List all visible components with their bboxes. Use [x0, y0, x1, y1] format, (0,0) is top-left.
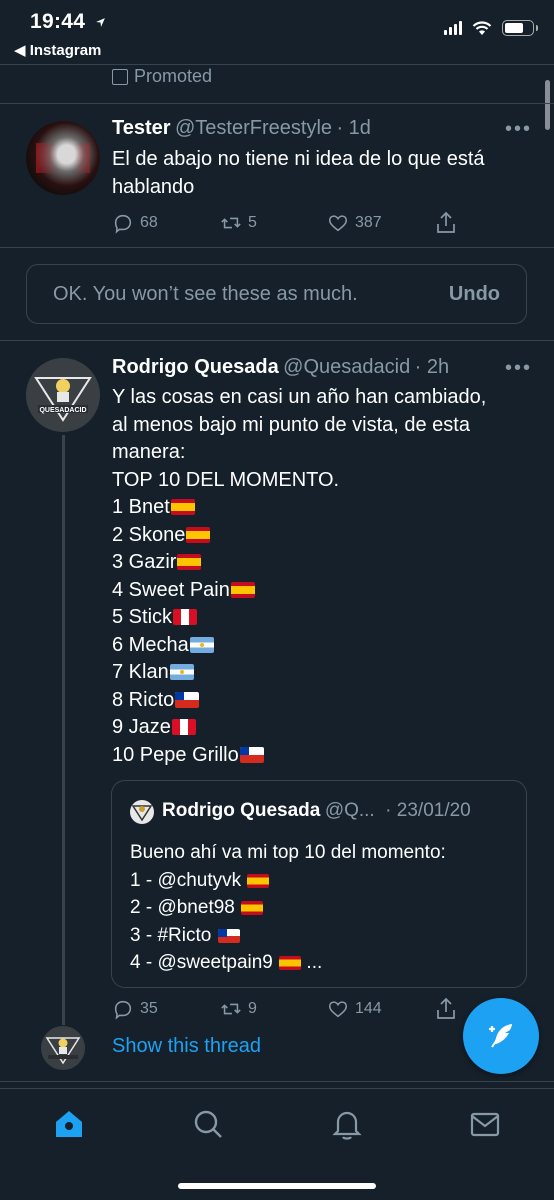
tweet-header: Rodrigo Quesada @Quesadacid · 2h — [112, 356, 449, 379]
flag-cl-icon — [217, 928, 240, 943]
ranking-line: 5 Stick — [112, 604, 532, 632]
status-icons — [444, 20, 538, 36]
undo-button[interactable]: Undo — [449, 283, 500, 306]
thread-connector — [62, 435, 65, 1025]
search-icon[interactable] — [191, 1107, 225, 1141]
quoted-tweet[interactable]: Rodrigo Quesada @Q... · 23/01/20 Bueno a… — [111, 780, 527, 988]
divider — [0, 340, 554, 341]
flag-es-icon — [241, 901, 264, 915]
retweet-icon — [221, 217, 241, 229]
divider — [0, 103, 554, 104]
reply-button[interactable]: 35 — [112, 998, 158, 1020]
signal-icon — [444, 21, 462, 35]
quote-header: Rodrigo Quesada @Q... · 23/01/20 — [162, 800, 471, 822]
quote-line: 2 - @bnet98 — [130, 894, 446, 922]
reply-icon — [114, 214, 132, 234]
quote-text: Bueno ahí va mi top 10 del momento: 1 - @… — [130, 839, 446, 977]
ranking-line: 4 Sweet Pain — [112, 577, 532, 605]
reply-icon — [114, 1000, 132, 1020]
flag-es-icon — [230, 581, 255, 598]
compose-feather-icon — [489, 1024, 512, 1048]
share-icon[interactable] — [434, 996, 458, 1022]
home-indicator[interactable] — [178, 1183, 376, 1189]
flag-es-icon — [279, 956, 302, 970]
undo-banner: OK. You won’t see these as much. Undo — [26, 264, 527, 324]
compose-tweet-button[interactable] — [463, 998, 539, 1074]
tweet-header: Tester @TesterFreestyle · 1d — [112, 117, 371, 140]
quesadacid-logo: QUESADACID — [34, 377, 92, 422]
flag-es-icon — [170, 499, 195, 515]
quote-author-name: Rodrigo Quesada — [162, 800, 321, 821]
tweet-time: · 1d — [336, 117, 371, 139]
flag-ar-icon — [169, 664, 194, 680]
quote-author-handle: @Q... — [324, 800, 375, 821]
flag-pe-icon — [171, 719, 196, 735]
messages-envelope-icon[interactable] — [468, 1107, 502, 1141]
quote-time: · 23/01/20 — [385, 800, 471, 821]
author-name[interactable]: Rodrigo Quesada — [112, 356, 279, 378]
ranking-line: 8 Ricto — [112, 687, 532, 715]
share-icon[interactable] — [434, 210, 458, 236]
ranking-line: 9 Jaze — [112, 714, 532, 742]
flag-cl-icon — [239, 746, 264, 763]
battery-icon — [502, 20, 538, 36]
quote-line: 4 - @sweetpain9 ... — [130, 952, 323, 973]
retweet-button[interactable]: 9 — [220, 998, 257, 1020]
home-icon[interactable] — [52, 1107, 86, 1141]
more-options-icon[interactable]: ••• — [505, 118, 532, 141]
back-to-instagram-link[interactable]: ◀ Instagram — [14, 41, 101, 59]
scrollbar[interactable] — [545, 80, 550, 130]
promoted-label: Promoted — [112, 66, 212, 87]
flag-es-icon — [177, 554, 202, 570]
promoted-icon — [112, 68, 128, 85]
flag-es-icon — [247, 873, 270, 888]
notifications-bell-icon[interactable] — [330, 1107, 364, 1141]
tweet-text: El de abajo no tiene ni idea de lo que e… — [112, 148, 485, 198]
author-handle[interactable]: @TesterFreestyle — [175, 117, 332, 139]
retweet-button[interactable]: 5 — [220, 212, 257, 234]
like-button[interactable]: 387 — [327, 212, 382, 234]
undo-message: OK. You won’t see these as much. — [53, 282, 358, 305]
tweet-text: Y las cosas en casi un año han cambiado,… — [112, 384, 532, 769]
more-options-icon[interactable]: ••• — [505, 357, 532, 380]
retweet-icon — [221, 1003, 241, 1015]
ranking-line: 6 Mecha — [112, 632, 532, 660]
ranking-line: 7 Klan — [112, 659, 532, 687]
status-time: 19:44 — [30, 10, 106, 34]
ranking-line: 3 Gazir — [112, 549, 532, 577]
ranking-line: 2 Skone — [112, 522, 532, 550]
svg-text:QUESADACID: QUESADACID — [39, 407, 86, 414]
quote-line: Bueno ahí va mi top 10 del momento: — [130, 842, 446, 863]
reply-button[interactable]: 68 — [112, 212, 158, 234]
quote-line: 1 - @chutyvk — [130, 867, 446, 895]
ranking-line: 1 Bnet — [112, 494, 532, 522]
author-handle[interactable]: @Quesadacid — [283, 356, 410, 378]
flag-cl-icon — [175, 691, 200, 708]
top-divider — [0, 64, 554, 65]
divider — [0, 1081, 554, 1082]
avatar[interactable]: QUESADACID — [26, 358, 100, 432]
flag-pe-icon — [173, 609, 198, 625]
flag-es-icon — [186, 526, 211, 543]
heart-icon — [328, 215, 348, 232]
quote-line: 3 - #Ricto — [130, 922, 446, 950]
flag-ar-icon — [189, 636, 214, 653]
avatar[interactable] — [26, 121, 100, 195]
like-button[interactable]: 144 — [327, 998, 382, 1020]
show-thread-link[interactable]: Show this thread — [112, 1035, 261, 1058]
divider — [0, 247, 554, 248]
tweet-time: · 2h — [414, 356, 450, 378]
heart-icon — [328, 1001, 348, 1018]
avatar[interactable] — [41, 1026, 85, 1070]
author-name[interactable]: Tester — [112, 117, 171, 139]
wifi-icon — [472, 20, 492, 35]
ranking-line: 10 Pepe Grillo — [112, 742, 532, 770]
avatar — [130, 800, 154, 824]
location-arrow-icon — [96, 18, 106, 27]
